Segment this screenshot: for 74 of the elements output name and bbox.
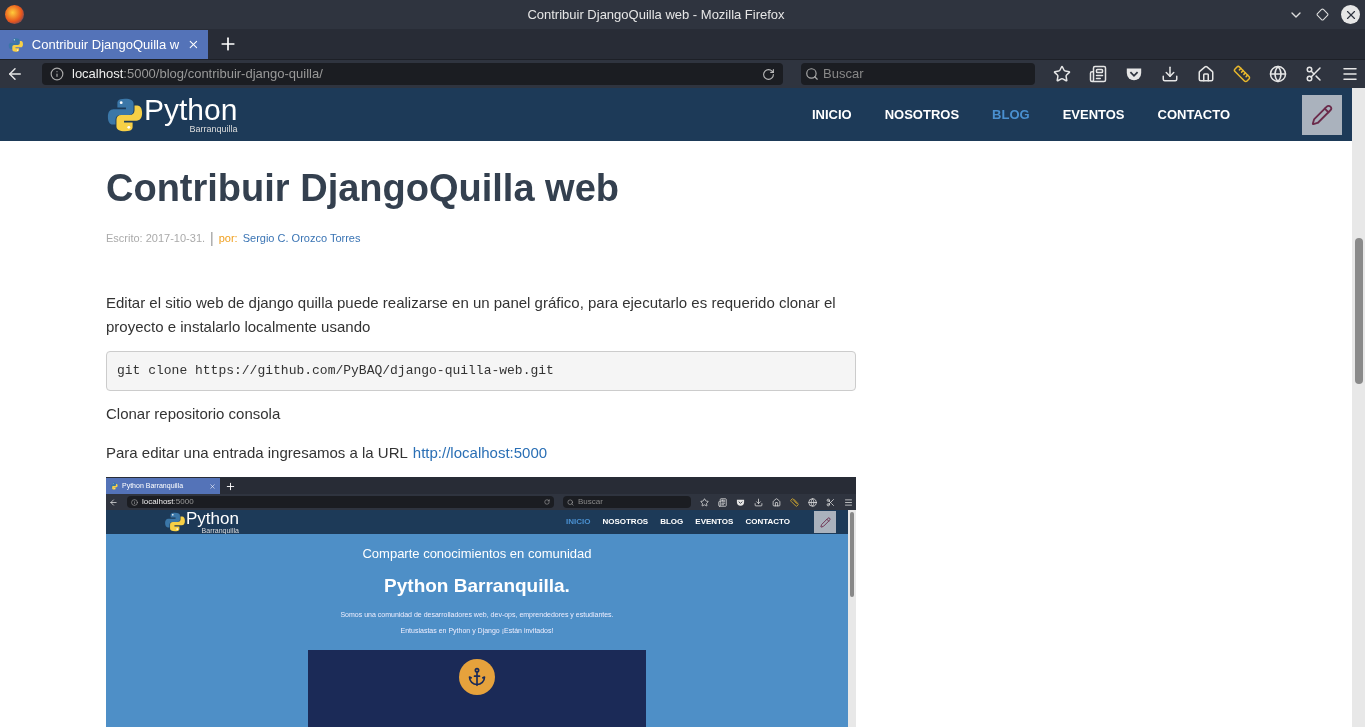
anchor-icon bbox=[467, 667, 487, 687]
new-tab-icon[interactable] bbox=[225, 481, 236, 492]
close-tab-icon[interactable] bbox=[187, 38, 200, 51]
home-icon[interactable] bbox=[772, 497, 781, 507]
scissors-icon[interactable] bbox=[826, 497, 835, 507]
nav-link[interactable]: CONTACTO bbox=[745, 516, 790, 528]
pencil-icon bbox=[819, 516, 831, 528]
hero-tagline: Comparte conocimientos en comunidad bbox=[362, 545, 592, 563]
nav-link[interactable]: INICIO bbox=[565, 516, 591, 528]
firefox-icon bbox=[5, 5, 24, 24]
reader-icon[interactable] bbox=[1089, 65, 1107, 83]
scissors-icon[interactable] bbox=[1305, 65, 1323, 83]
globe-icon[interactable] bbox=[1269, 65, 1287, 83]
nav-link[interactable]: CONTACTO bbox=[1157, 104, 1230, 125]
close-icon[interactable] bbox=[1341, 5, 1360, 24]
hero-heading: Python Barranquilla. bbox=[384, 573, 570, 598]
logo-text: Python bbox=[144, 95, 238, 125]
back-icon[interactable] bbox=[109, 497, 118, 507]
localhost-link[interactable]: http://localhost:5000 bbox=[412, 441, 548, 464]
search-placeholder: Buscar bbox=[578, 496, 603, 508]
logo-text: Python bbox=[186, 510, 239, 527]
nav-link[interactable]: NOSOTROS bbox=[884, 104, 960, 125]
nav-link[interactable]: BLOG bbox=[660, 516, 684, 528]
python-logo-icon bbox=[110, 482, 118, 490]
star-icon[interactable] bbox=[1053, 65, 1071, 83]
author-label: por: bbox=[218, 231, 238, 247]
home-icon[interactable] bbox=[1197, 65, 1215, 83]
menu-icon[interactable] bbox=[1341, 65, 1359, 83]
download-icon[interactable] bbox=[754, 497, 763, 507]
scrollbar-thumb[interactable] bbox=[850, 512, 854, 597]
menu-icon[interactable] bbox=[844, 497, 853, 507]
article-paragraph: Editar el sitio web de django quilla puede realizarse en un panel gráfico, para ejecutarlo es requerido clonar el proyecto e instalarlo localmente usando bbox=[106, 293, 837, 337]
url-text: localhost:5000 bbox=[142, 496, 195, 508]
meta-separator: | bbox=[210, 229, 214, 248]
ruler-icon[interactable] bbox=[790, 497, 799, 507]
info-icon bbox=[131, 498, 138, 506]
search-icon bbox=[567, 498, 574, 506]
author-link[interactable]: Sergio C. Orozco Torres bbox=[242, 230, 361, 247]
nav-link[interactable]: EVENTOS bbox=[695, 516, 734, 528]
pocket-icon[interactable] bbox=[736, 497, 745, 507]
nav-link[interactable]: INICIO bbox=[811, 104, 852, 125]
address-bar[interactable]: localhost:5000 bbox=[127, 496, 554, 508]
python-logo-icon bbox=[164, 511, 186, 533]
caption-text: Clonar repositorio consola bbox=[106, 404, 282, 424]
globe-icon[interactable] bbox=[808, 497, 817, 507]
search-field[interactable]: Buscar bbox=[801, 63, 1035, 85]
article-title: Contribuir DjangoQuilla web bbox=[106, 166, 620, 211]
reader-icon[interactable] bbox=[718, 497, 727, 507]
code-block: git clone https://github.com/PyBAQ/django-quilla-web.git bbox=[106, 351, 856, 391]
address-bar[interactable]: localhost:5000/blog/contribuir-django-quilla/ bbox=[42, 63, 783, 85]
search-icon bbox=[805, 67, 819, 81]
close-tab-icon[interactable] bbox=[209, 482, 216, 490]
nav-link[interactable]: EVENTOS bbox=[1062, 104, 1125, 125]
edit-button[interactable] bbox=[1302, 94, 1342, 135]
url-instruction: Para editar una entrada ingresamos a la URL bbox=[106, 442, 408, 463]
maximize-icon[interactable] bbox=[1316, 8, 1329, 21]
search-placeholder: Buscar bbox=[823, 65, 864, 84]
scrollbar-thumb[interactable] bbox=[1354, 238, 1363, 384]
window-title: Contribuir DjangoQuilla web - Mozilla Firefox bbox=[526, 5, 786, 24]
reload-icon[interactable] bbox=[762, 67, 775, 81]
info-icon bbox=[50, 67, 64, 81]
star-icon[interactable] bbox=[700, 497, 709, 507]
download-icon[interactable] bbox=[1161, 65, 1179, 83]
python-logo-icon bbox=[8, 36, 24, 53]
pencil-icon bbox=[1311, 103, 1333, 126]
date-text: Escrito: 2017-10-31. bbox=[106, 231, 206, 247]
nav-link[interactable]: NOSOTROS bbox=[602, 516, 649, 528]
logo-subtitle: Barranquilla bbox=[189, 125, 238, 134]
url-text: localhost:5000/blog/contribuir-django-quilla/ bbox=[72, 65, 324, 84]
back-icon[interactable] bbox=[6, 65, 24, 83]
browser-tab[interactable]: Contribuir DjangoQuilla w bbox=[0, 30, 208, 59]
ruler-icon[interactable] bbox=[1233, 65, 1251, 83]
search-field[interactable]: Buscar bbox=[563, 496, 691, 508]
tab-title: Contribuir DjangoQuilla w bbox=[31, 35, 180, 54]
